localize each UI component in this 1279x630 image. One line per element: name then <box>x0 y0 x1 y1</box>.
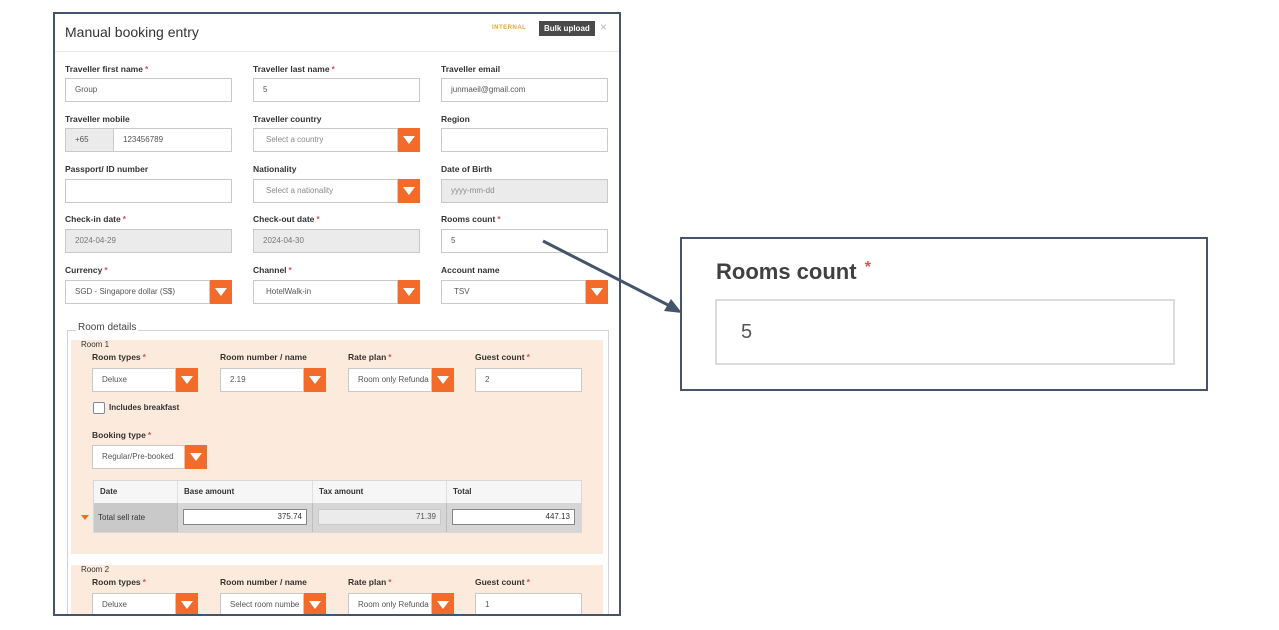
account-label: Account name <box>441 265 500 275</box>
room-1-type-dropdown-icon[interactable] <box>176 368 198 392</box>
room-details-legend: Room details <box>76 322 139 333</box>
region-label: Region <box>441 114 470 124</box>
room-1-types-label: Room types * <box>92 352 146 362</box>
last-name-input[interactable]: 5 <box>253 78 420 102</box>
room-1-guest-count-label: Guest count * <box>475 352 530 362</box>
passport-label: Passport/ ID number <box>65 164 149 174</box>
email-input[interactable]: junmaeil@gmail.com <box>441 78 608 102</box>
checkin-input[interactable]: 2024-04-29 <box>65 229 232 253</box>
country-select[interactable]: Select a country <box>253 128 398 152</box>
room-1-number-label: Room number / name <box>220 352 307 362</box>
tax-amount-input: 71.39 <box>318 509 441 525</box>
nationality-select[interactable]: Select a nationality <box>253 179 398 203</box>
currency-label: Currency * <box>65 265 108 275</box>
stage: Manual booking entry INTERNAL Bulk uploa… <box>0 0 1279 630</box>
first-name-label: Traveller first name * <box>65 64 149 74</box>
account-dropdown-icon[interactable] <box>586 280 608 304</box>
col-date: Date <box>94 481 178 503</box>
room-2-types-label: Room types * <box>92 577 146 587</box>
dob-label: Date of Birth <box>441 164 492 174</box>
total-sell-rate-cell: Total sell rate <box>94 503 178 532</box>
room-1-type-select[interactable]: Deluxe <box>92 368 176 392</box>
room-2-guest-count-input[interactable]: 1 <box>475 593 582 614</box>
total-input[interactable]: 447.13 <box>452 509 575 525</box>
channel-select[interactable]: HotelWalk-in <box>253 280 398 304</box>
account-select[interactable]: TSV <box>441 280 586 304</box>
country-dropdown-icon[interactable] <box>398 128 420 152</box>
dialog-title: Manual booking entry <box>65 24 199 40</box>
channel-label: Channel * <box>253 265 292 275</box>
rooms-count-input[interactable]: 5 <box>441 229 608 253</box>
total-sell-rate-label: Total sell rate <box>98 513 146 522</box>
table-row: Total sell rate 375.74 71.39 447.13 <box>81 503 581 532</box>
booking-type-dropdown-icon[interactable] <box>185 445 207 469</box>
breakfast-label: Includes breakfast <box>109 403 180 412</box>
room-2-title: Room 2 <box>81 565 110 574</box>
first-name-input[interactable]: Group <box>65 78 232 102</box>
room-2-guest-count-label: Guest count * <box>475 577 530 587</box>
col-total: Total <box>453 487 472 496</box>
internal-tag: INTERNAL <box>492 25 527 31</box>
room-2-number-label: Room number / name <box>220 577 307 587</box>
room-1-rate-plan-label: Rate plan * <box>348 352 392 362</box>
passport-input[interactable] <box>65 179 232 203</box>
close-icon[interactable]: × <box>600 21 607 33</box>
callout-input: 5 <box>715 299 1175 365</box>
currency-dropdown-icon[interactable] <box>210 280 232 304</box>
room-2-type-dropdown-icon[interactable] <box>176 593 198 614</box>
base-amount-cell: 375.74 <box>178 503 313 532</box>
region-input[interactable] <box>441 128 608 152</box>
col-base-amount: Base amount <box>178 481 313 503</box>
email-label: Traveller email <box>441 64 501 74</box>
mobile-prefix[interactable]: +65 <box>65 128 114 152</box>
checkin-label: Check-in date * <box>65 214 127 224</box>
room-1-rate-plan-dropdown-icon[interactable] <box>432 368 454 392</box>
dialog-header: Manual booking entry INTERNAL Bulk uploa… <box>55 14 619 52</box>
room-2-rate-plan-select[interactable]: Room only Refunda <box>348 593 432 614</box>
breakfast-checkbox[interactable] <box>93 402 105 414</box>
rooms-count-label: Rooms count * <box>441 214 501 224</box>
room-1-rate-plan-select[interactable]: Room only Refunda <box>348 368 432 392</box>
room-1-number-select[interactable]: 2.19 <box>220 368 304 392</box>
mobile-input[interactable]: 123456789 <box>113 128 232 152</box>
rate-table-header: Date Base amount Tax amount Total <box>94 481 581 503</box>
room-1-title: Room 1 <box>81 340 110 349</box>
booking-type-select[interactable]: Regular/Pre-booked <box>92 445 185 469</box>
mobile-label: Traveller mobile <box>65 114 130 124</box>
room-2-rate-plan-dropdown-icon[interactable] <box>432 593 454 614</box>
last-name-label: Traveller last name * <box>253 64 335 74</box>
tax-amount-cell: 71.39 <box>313 503 447 532</box>
base-amount-input[interactable]: 375.74 <box>183 509 307 525</box>
country-label: Traveller country <box>253 114 322 124</box>
dob-input[interactable]: yyyy-mm-dd <box>441 179 608 203</box>
rate-table: Date Base amount Tax amount Total Total … <box>81 480 582 533</box>
bulk-upload-button[interactable]: Bulk upload <box>539 21 595 36</box>
rooms-count-callout: Rooms count * 5 <box>680 237 1208 391</box>
total-cell: 447.13 <box>447 503 581 532</box>
room-2-type-select[interactable]: Deluxe <box>92 593 176 614</box>
room-2-number-select[interactable]: Select room numbe <box>220 593 304 614</box>
nationality-label: Nationality <box>253 164 297 174</box>
room-1-guest-count-input[interactable]: 2 <box>475 368 582 392</box>
expand-row-icon[interactable] <box>81 515 89 520</box>
room-2-rate-plan-label: Rate plan * <box>348 577 392 587</box>
booking-type-label: Booking type * <box>92 430 152 440</box>
booking-dialog: Manual booking entry INTERNAL Bulk uploa… <box>53 12 621 616</box>
callout-label: Rooms count * <box>716 259 871 284</box>
currency-select[interactable]: SGD - Singapore dollar (S$) <box>65 280 210 304</box>
channel-dropdown-icon[interactable] <box>398 280 420 304</box>
room-2-number-dropdown-icon[interactable] <box>304 593 326 614</box>
checkout-label: Check-out date * <box>253 214 320 224</box>
col-tax-amount: Tax amount <box>313 481 447 503</box>
nationality-dropdown-icon[interactable] <box>398 179 420 203</box>
room-1-number-dropdown-icon[interactable] <box>304 368 326 392</box>
checkout-input[interactable]: 2024-04-30 <box>253 229 420 253</box>
